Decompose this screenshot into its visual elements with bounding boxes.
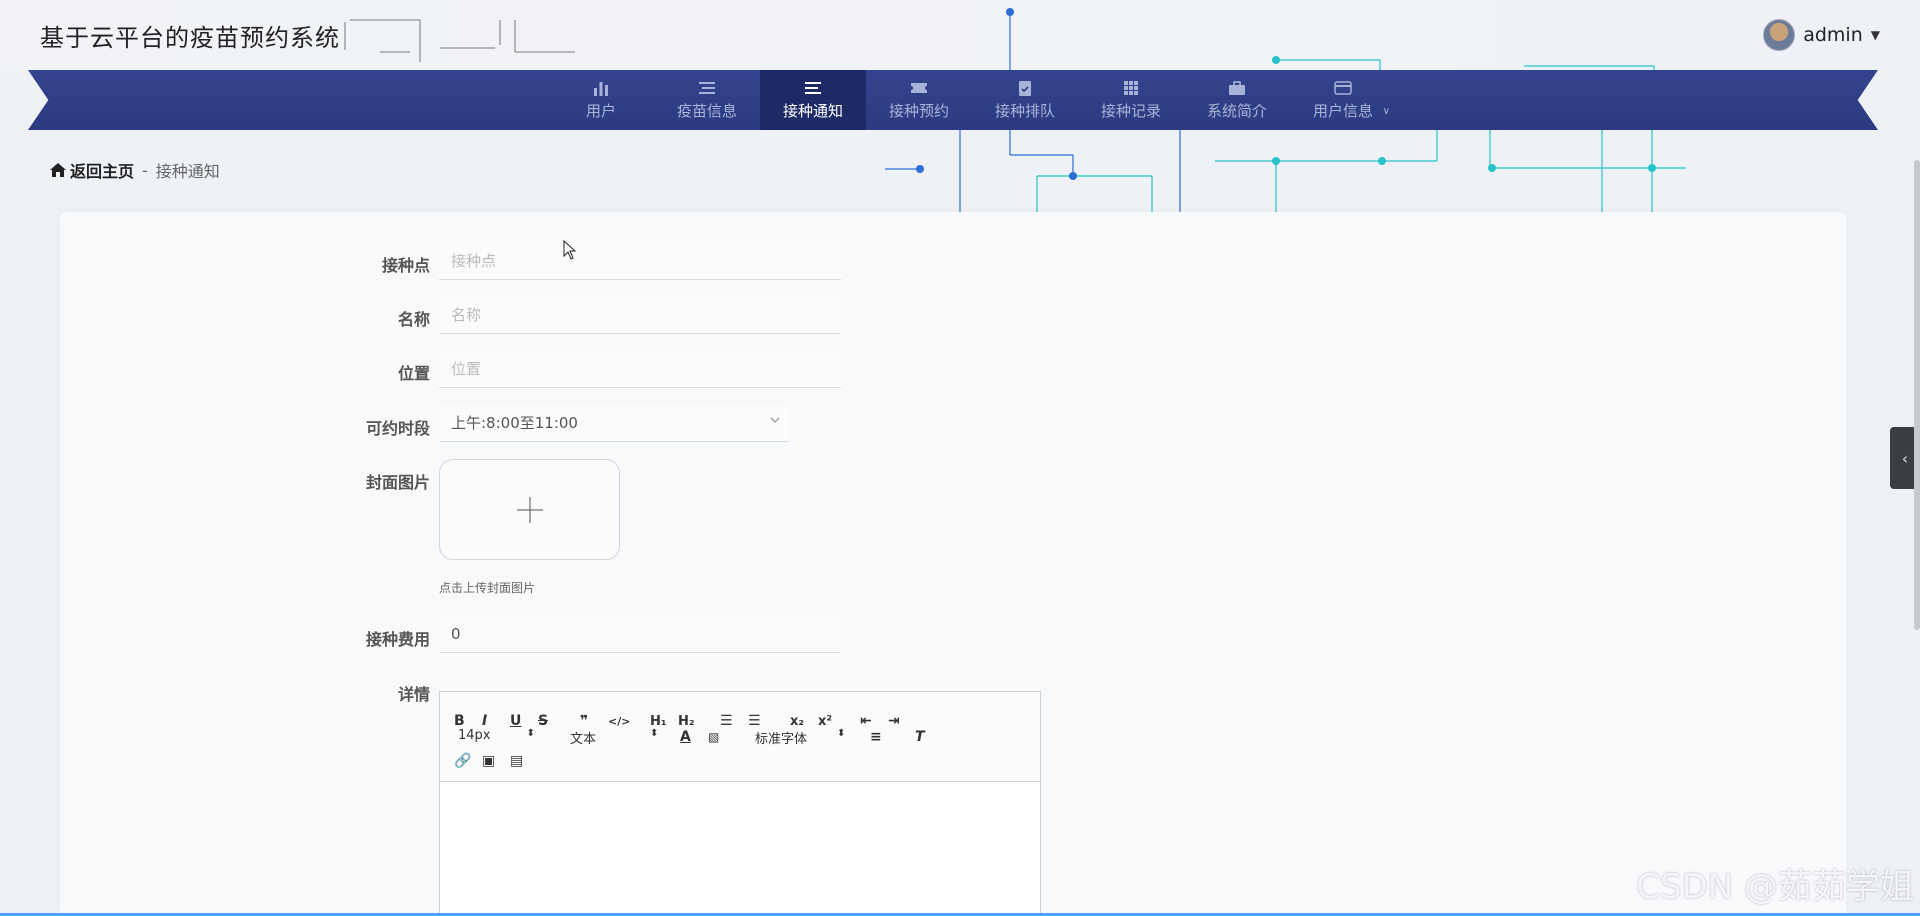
nav-item-records[interactable]: 接种记录 — [1078, 70, 1184, 130]
chevron-left-icon: ‹ — [1901, 448, 1909, 468]
nav-label: 用户 — [585, 101, 616, 120]
indent-icon[interactable]: ⇥ — [888, 712, 900, 730]
bar-chart-icon — [592, 80, 610, 96]
text-style-select[interactable]: 文本 ⬍ — [570, 728, 658, 747]
nav-label: 疫苗信息 — [676, 101, 737, 120]
nav-item-user-info[interactable]: 用户信息 ∨ — [1290, 70, 1396, 130]
main-nav: 用户 疫苗信息 接种通知 接种预约 接种排队 接种记录 系统简介 用户信息 ∨ — [548, 70, 1396, 130]
nav-label: 用户信息 — [1312, 101, 1373, 120]
details-label: 详情 — [397, 685, 430, 704]
card-icon — [1334, 80, 1352, 96]
ordered-list-icon[interactable]: ☰ — [720, 712, 733, 730]
rich-text-editor: B I U S ❞ </> H₁ H₂ ☰ ☰ x₂ x² ⇤ ⇥ 14px ⬍… — [439, 691, 1041, 916]
fee-label: 接种费用 — [365, 630, 430, 649]
nav-item-notification[interactable]: 接种通知 — [760, 70, 866, 130]
cover-label: 封面图片 — [365, 473, 430, 492]
image-icon[interactable]: ▣ — [482, 752, 495, 770]
align-icon[interactable]: ≡ — [870, 728, 882, 746]
nav-item-appointment[interactable]: 接种预约 — [866, 70, 972, 130]
font-family-value: 标准字体 — [755, 732, 808, 747]
breadcrumb-separator: - — [142, 160, 148, 180]
nav-label: 接种排队 — [994, 101, 1055, 120]
clipboard-check-icon — [1016, 80, 1034, 96]
watermark: CSDN @茹茹学姐 — [1636, 867, 1914, 907]
cover-upload[interactable] — [439, 459, 620, 560]
caret-down-icon: ▼ — [1870, 28, 1880, 42]
nav-label: 接种记录 — [1100, 101, 1161, 120]
chevron-down-icon: ∨ — [1382, 106, 1390, 117]
site-input[interactable]: 接种点 — [439, 242, 841, 280]
editor-content[interactable] — [440, 782, 1040, 916]
nav-item-users[interactable]: 用户 — [548, 70, 654, 130]
nav-item-system-intro[interactable]: 系统简介 — [1184, 70, 1290, 130]
name-label: 名称 — [397, 310, 430, 329]
nav-item-vaccine-info[interactable]: 疫苗信息 — [654, 70, 760, 130]
time-slot-label: 可约时段 — [365, 419, 430, 438]
nav-label: 接种通知 — [782, 101, 843, 120]
breadcrumb-current: 接种通知 — [155, 162, 220, 181]
chevron-down-icon — [770, 417, 780, 423]
text-style-value: 文本 — [570, 732, 597, 747]
background-color-icon[interactable]: ▧ — [708, 728, 719, 746]
font-size-value: 14px — [458, 728, 491, 743]
font-size-select[interactable]: 14px ⬍ — [458, 728, 535, 743]
updown-icon: ⬍ — [526, 728, 535, 739]
plus-icon — [516, 496, 543, 523]
updown-icon: ⬍ — [650, 728, 659, 739]
ticket-icon — [910, 80, 928, 96]
clear-format-icon[interactable]: T — [915, 728, 925, 746]
fee-input[interactable]: 0 — [439, 615, 841, 653]
user-menu[interactable]: admin ▼ — [1763, 18, 1880, 52]
briefcase-icon — [1228, 80, 1246, 96]
home-icon — [50, 163, 66, 177]
site-label: 接种点 — [381, 256, 430, 275]
time-slot-value: 上午:8:00至11:00 — [451, 414, 578, 432]
link-icon[interactable]: 🔗 — [454, 752, 471, 770]
mouse-cursor-icon — [563, 240, 577, 260]
breadcrumb-home-label: 返回主页 — [70, 162, 135, 181]
scrollbar[interactable] — [1914, 160, 1920, 630]
font-family-select[interactable]: 标准字体 ⬍ — [755, 728, 845, 747]
strike-icon[interactable]: S — [538, 712, 548, 730]
list-icon — [698, 80, 716, 96]
list-icon — [804, 80, 822, 96]
top-header: 基于云平台的疫苗预约系统 admin ▼ — [0, 0, 1920, 70]
avatar — [1763, 19, 1796, 51]
editor-toolbar: B I U S ❞ </> H₁ H₂ ☰ ☰ x₂ x² ⇤ ⇥ 14px ⬍… — [440, 692, 1040, 782]
user-name: admin — [1803, 24, 1863, 46]
font-color-icon[interactable]: A — [680, 728, 691, 746]
nav-label: 接种预约 — [888, 101, 949, 120]
updown-icon: ⬍ — [837, 728, 846, 739]
cover-upload-hint: 点击上传封面图片 — [439, 581, 536, 595]
breadcrumb-home[interactable]: 返回主页 — [50, 158, 134, 182]
location-input[interactable]: 位置 — [439, 350, 841, 388]
site-title: 基于云平台的疫苗预约系统 — [40, 24, 340, 52]
name-input[interactable]: 名称 — [439, 296, 841, 334]
location-label: 位置 — [397, 364, 430, 383]
grid-icon — [1122, 80, 1140, 96]
breadcrumb: 返回主页 - 接种通知 — [50, 158, 220, 182]
nav-label: 系统简介 — [1206, 101, 1267, 120]
video-icon[interactable]: ▤ — [510, 752, 523, 770]
nav-item-queue[interactable]: 接种排队 — [972, 70, 1078, 130]
time-slot-select[interactable]: 上午:8:00至11:00 — [439, 404, 789, 442]
